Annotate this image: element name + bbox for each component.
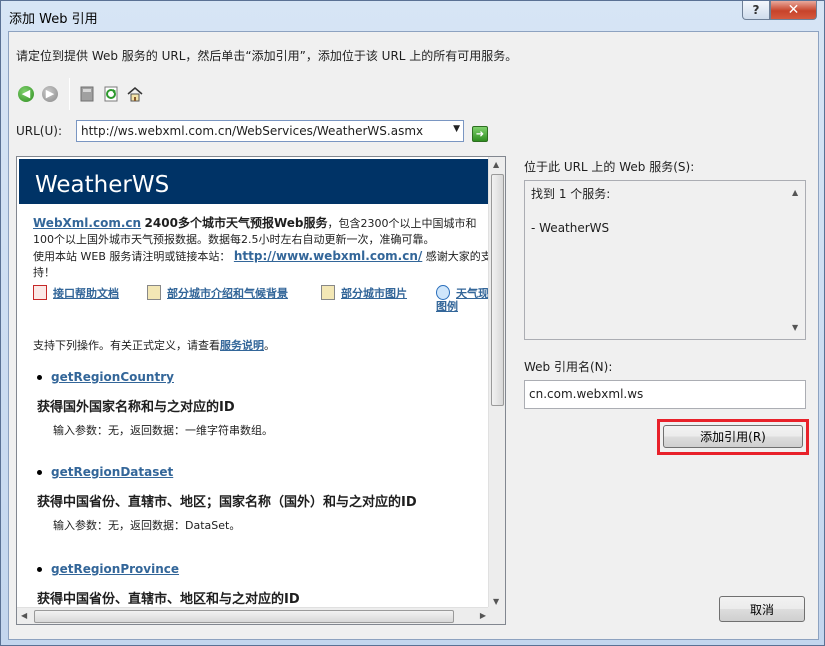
doc-link-help[interactable]: 接口帮助文档 — [33, 285, 119, 301]
service-document: WeatherWS WebXml.com.cn 2400多个城市天气预报Web服… — [17, 157, 495, 612]
services-found: 找到 1 个服务: — [531, 187, 611, 201]
url-label: URL(U): — [16, 124, 62, 138]
operation-link[interactable]: getRegionDataset — [51, 465, 173, 479]
operation-description: 获得中国省份、直辖市、地区和与之对应的ID — [37, 592, 300, 607]
operation-params: 输入参数：无，返回数据：一维字符串数组。 — [53, 424, 273, 437]
go-arrow-icon[interactable]: ➜ — [472, 126, 488, 142]
reference-name-label: Web 引用名(N): — [524, 360, 613, 374]
scroll-up-icon[interactable]: ▲ — [493, 160, 499, 169]
refresh-icon[interactable] — [102, 85, 120, 103]
cancel-button[interactable]: 取消 — [719, 596, 805, 622]
instructions-text: 请定位到提供 Web 服务的 URL，然后单击“添加引用”，添加位于该 URL … — [16, 49, 518, 63]
services-list[interactable]: 找到 1 个服务: - WeatherWS ▲ ▼ — [524, 180, 806, 340]
help-button[interactable]: ? — [742, 1, 770, 20]
scroll-corner — [488, 607, 505, 624]
services-scrollbar[interactable]: ▲ ▼ — [788, 181, 805, 339]
operation-params: 输入参数：无，返回数据：DataSet。 — [53, 519, 241, 532]
service-intro: WebXml.com.cn 2400多个城市天气预报Web服务，包含2300个以… — [33, 215, 493, 281]
url-combobox[interactable]: http://ws.webxml.com.cn/WebServices/Weat… — [76, 120, 464, 142]
forward-icon[interactable]: ▶ — [41, 85, 59, 103]
horizontal-scroll-thumb[interactable] — [34, 610, 454, 623]
toolbar-separator — [69, 78, 70, 110]
vertical-scroll-thumb[interactable] — [491, 174, 504, 406]
site-link[interactable]: http://www.webxml.com.cn/ — [234, 249, 422, 263]
scroll-right-icon[interactable]: ▶ — [480, 611, 486, 620]
window-title: 添加 Web 引用 — [9, 12, 98, 27]
browser-toolbar: ◀ ▶ — [17, 78, 150, 110]
title-bar: 添加 Web 引用 ? ✕ — [1, 1, 824, 31]
bullet — [37, 375, 42, 380]
url-value: http://ws.webxml.com.cn/WebServices/Weat… — [81, 124, 424, 138]
service-item: - WeatherWS — [531, 221, 610, 235]
scroll-up-icon[interactable]: ▲ — [792, 184, 798, 201]
reference-name-input[interactable]: cn.com.webxml.ws — [524, 380, 806, 409]
globe-icon — [436, 285, 450, 300]
scroll-down-icon[interactable]: ▼ — [493, 597, 499, 606]
add-web-reference-dialog: 添加 Web 引用 ? ✕ 请定位到提供 Web 服务的 URL，然后单击“添加… — [0, 0, 825, 646]
dialog-body: 请定位到提供 Web 服务的 URL，然后单击“添加引用”，添加位于该 URL … — [8, 31, 819, 640]
stop-icon[interactable] — [78, 85, 96, 103]
intro-bold: 2400多个城市天气预报Web服务 — [144, 216, 328, 230]
doc-link-images[interactable]: 部分城市图片 — [321, 285, 407, 301]
intro-text-2: 使用本站 WEB 服务请注明或链接本站： — [33, 250, 231, 263]
bullet — [37, 567, 42, 572]
document-links: 接口帮助文档 部分城市介绍和气候背景 部分城市图片 天气现象和图例 — [33, 285, 495, 317]
home-icon[interactable] — [126, 85, 144, 103]
operation-description: 获得国外国家名称和与之对应的ID — [37, 400, 235, 415]
book-icon — [321, 285, 335, 300]
bullet — [37, 470, 42, 475]
back-icon[interactable]: ◀ — [17, 85, 35, 103]
horizontal-scrollbar[interactable]: ◀ ▶ — [17, 607, 490, 624]
vertical-scrollbar[interactable]: ▲ ▼ — [488, 157, 505, 609]
operation-link[interactable]: getRegionProvince — [51, 562, 179, 576]
service-description-link[interactable]: 服务说明 — [220, 339, 264, 352]
book-icon — [147, 285, 161, 300]
services-label: 位于此 URL 上的 Web 服务(S): — [524, 160, 695, 174]
operation-description: 获得中国省份、直辖市、地区；国家名称（国外）和与之对应的ID — [37, 495, 417, 510]
add-reference-button[interactable]: 添加引用(R) — [663, 425, 803, 448]
scroll-down-icon[interactable]: ▼ — [792, 319, 798, 336]
doc-link-weather[interactable]: 天气现象和图例 — [436, 285, 495, 313]
operation-link[interactable]: getRegionCountry — [51, 370, 174, 384]
pdf-icon — [33, 285, 47, 300]
webxml-link[interactable]: WebXml.com.cn — [33, 216, 141, 230]
support-text: 支持下列操作。有关正式定义，请查看服务说明。 — [33, 339, 275, 352]
close-button[interactable]: ✕ — [770, 1, 817, 20]
web-browser-pane[interactable]: WeatherWS WebXml.com.cn 2400多个城市天气预报Web服… — [16, 156, 506, 625]
doc-link-cities[interactable]: 部分城市介绍和气候背景 — [147, 285, 288, 301]
chevron-down-icon[interactable]: ▼ — [453, 124, 460, 134]
scroll-left-icon[interactable]: ◀ — [21, 611, 27, 620]
service-heading: WeatherWS — [19, 159, 495, 204]
